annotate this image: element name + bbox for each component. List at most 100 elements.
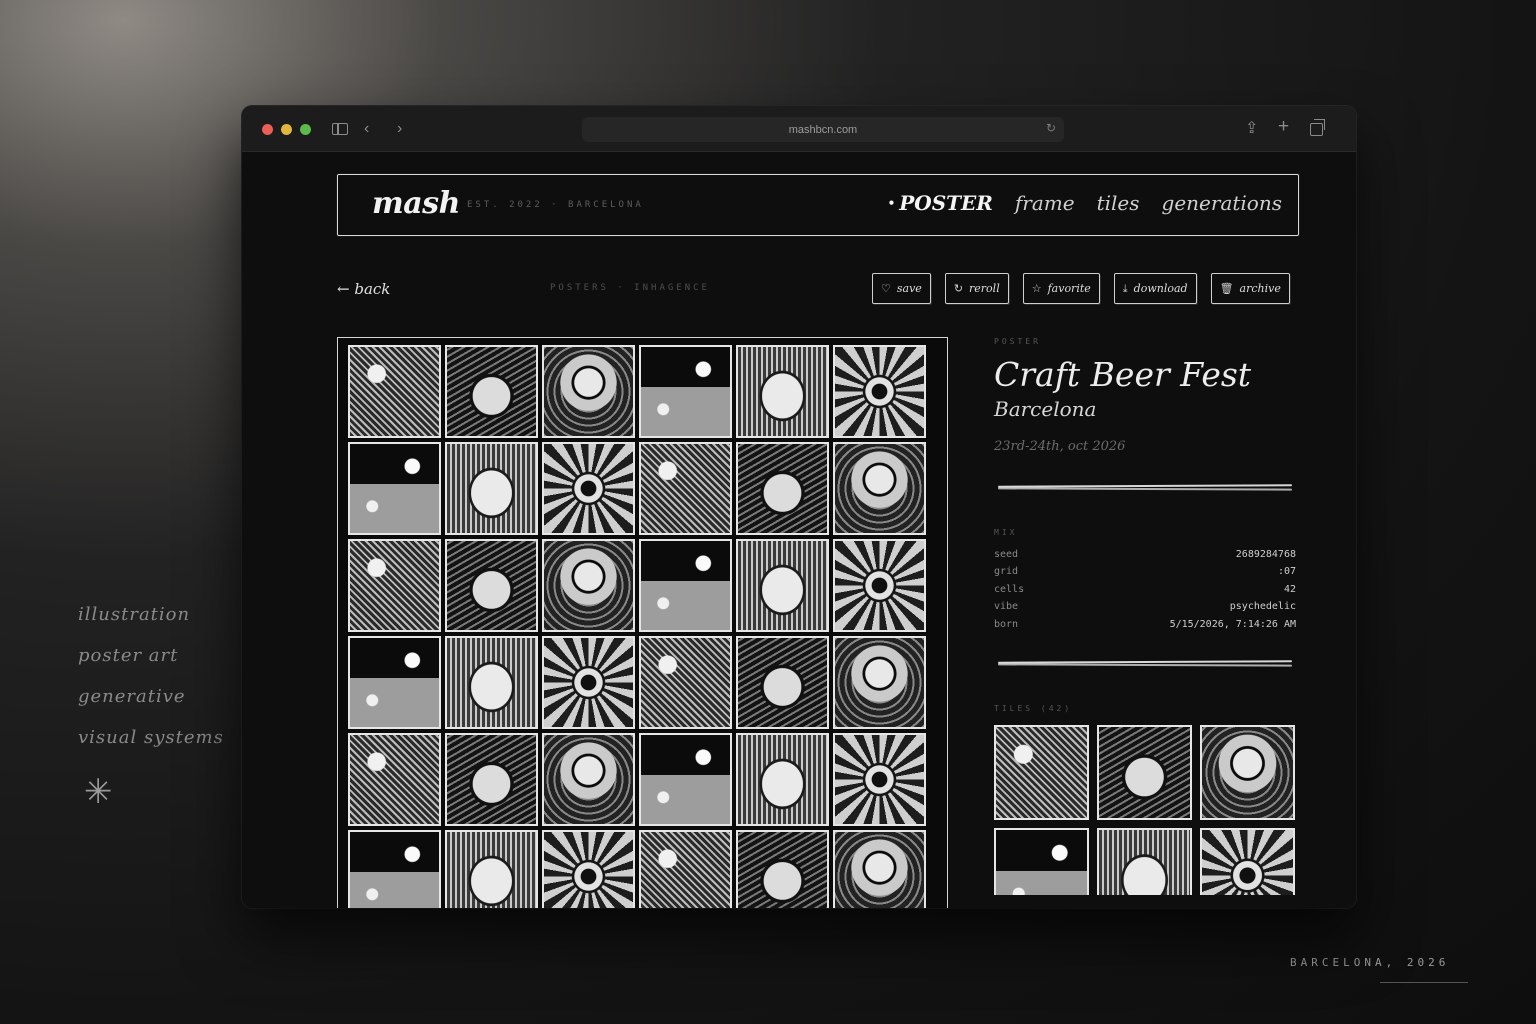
archive-label: archive xyxy=(1239,282,1281,295)
poster-tile xyxy=(542,539,635,632)
side-note: visual systems xyxy=(78,727,224,748)
poster-tile xyxy=(833,830,926,908)
poster-tile xyxy=(445,733,538,826)
address-url: mashbcn.com xyxy=(788,123,858,136)
poster-tile xyxy=(542,345,635,438)
main-nav: POSTER frame tiles generations xyxy=(888,191,1282,215)
mix-key: born xyxy=(994,618,1019,630)
sidebar-toggle-icon[interactable] xyxy=(332,123,348,135)
archive-button[interactable]: 🗑 archive xyxy=(1210,273,1290,304)
poster-tile xyxy=(542,636,635,729)
back-link[interactable]: ← back xyxy=(337,280,390,298)
poster-tile xyxy=(348,442,441,535)
download-label: download xyxy=(1133,282,1188,295)
nav-frame[interactable]: frame xyxy=(1015,191,1075,215)
reroll-label: reroll xyxy=(969,282,1000,295)
reload-icon[interactable]: ↻ xyxy=(1046,121,1056,135)
tile-thumbnail[interactable] xyxy=(1097,828,1192,896)
mix-row-seed: seed 2689284768 xyxy=(994,549,1296,567)
share-icon[interactable]: ⇪ xyxy=(1245,119,1258,139)
mix-value: 2689284768 xyxy=(1235,548,1296,560)
poster-tile xyxy=(348,345,441,438)
asterisk-icon: ✳ xyxy=(84,772,113,812)
new-tab-icon[interactable]: + xyxy=(1278,117,1289,137)
poster-tile xyxy=(542,733,635,826)
mix-value: 42 xyxy=(1283,583,1296,595)
poster-tile xyxy=(639,733,732,826)
action-bar: ♡ save ↻ reroll ☆ favorite ⤓ download 🗑 … xyxy=(872,273,1290,304)
poster-tile xyxy=(833,442,926,535)
star-icon: ☆ xyxy=(1031,282,1042,295)
address-bar[interactable]: mashbcn.com ↻ xyxy=(582,117,1064,142)
tile-thumbnails xyxy=(994,725,1296,896)
close-window-button[interactable] xyxy=(262,124,273,135)
nav-generations[interactable]: generations xyxy=(1162,191,1282,215)
mix-row-vibe: vibe psychedelic xyxy=(994,601,1296,619)
side-note: generative xyxy=(78,686,186,707)
mix-value: :07 xyxy=(1277,566,1296,578)
mix-row-grid: grid :07 xyxy=(994,566,1296,584)
poster-tile xyxy=(348,733,441,826)
site-logo[interactable]: mash xyxy=(372,186,460,221)
poster-tile xyxy=(348,830,441,908)
minimize-window-button[interactable] xyxy=(281,124,292,135)
save-label: save xyxy=(896,282,922,295)
poster-tile xyxy=(833,345,926,438)
event-city: Barcelona xyxy=(994,396,1097,421)
poster-tile xyxy=(348,636,441,729)
poster-tile xyxy=(736,345,829,438)
footer-underline xyxy=(1380,982,1468,983)
tile-thumbnail[interactable] xyxy=(994,828,1089,896)
poster-tile xyxy=(542,442,635,535)
tile-thumbnail[interactable] xyxy=(1200,828,1295,896)
browser-window: ‹ › mashbcn.com ↻ ⇪ + mash EST. 2022 · B… xyxy=(242,106,1356,908)
browser-back-icon[interactable]: ‹ xyxy=(364,119,369,139)
poster-details-panel: POSTER Craft Beer Fest Barcelona 23rd-24… xyxy=(994,337,1296,896)
mix-value: 5/15/2026, 7:14:26 AM xyxy=(1169,618,1296,630)
poster-tile xyxy=(445,539,538,632)
side-notes: illustration poster art generative visua… xyxy=(78,604,258,768)
browser-titlebar: ‹ › mashbcn.com ↻ ⇪ + xyxy=(242,106,1356,152)
divider xyxy=(994,482,1296,492)
poster-tile xyxy=(445,345,538,438)
tile-thumbnail[interactable] xyxy=(1200,725,1295,821)
favorite-button[interactable]: ☆ favorite xyxy=(1022,273,1100,304)
heart-icon: ♡ xyxy=(881,282,891,295)
nav-tiles[interactable]: tiles xyxy=(1097,191,1140,215)
site-tagline: EST. 2022 · BARCELONA xyxy=(467,200,644,210)
mix-key: grid xyxy=(994,566,1019,578)
tiles-label: TILES (42) xyxy=(994,704,1073,714)
poster-tile xyxy=(639,345,732,438)
reroll-button[interactable]: ↻ reroll xyxy=(944,273,1009,304)
save-button[interactable]: ♡ save xyxy=(872,273,931,304)
page-content: mash EST. 2022 · BARCELONA POSTER frame … xyxy=(242,152,1356,908)
nav-poster[interactable]: POSTER xyxy=(888,191,993,215)
mix-table: seed 2689284768 grid :07 cells 42 vibe p… xyxy=(994,549,1296,637)
mix-label: MIX xyxy=(994,527,1018,537)
poster-tile xyxy=(348,539,441,632)
footer-credit: BARCELONA, 2026 xyxy=(1290,956,1450,969)
side-note: poster art xyxy=(78,645,179,666)
event-title: Craft Beer Fest xyxy=(994,355,1252,394)
refresh-icon: ↻ xyxy=(953,282,964,295)
tile-thumbnail[interactable] xyxy=(1097,725,1192,821)
mix-value: psychedelic xyxy=(1229,601,1296,613)
poster-tile xyxy=(736,733,829,826)
mix-key: vibe xyxy=(994,601,1019,613)
poster-tile xyxy=(639,442,732,535)
maximize-window-button[interactable] xyxy=(300,124,311,135)
poster-tile xyxy=(445,636,538,729)
poster-tile xyxy=(445,442,538,535)
poster-preview[interactable] xyxy=(337,337,948,908)
site-header: mash EST. 2022 · BARCELONA POSTER frame … xyxy=(337,174,1299,236)
poster-tile xyxy=(639,636,732,729)
poster-tile xyxy=(445,830,538,908)
breadcrumb: POSTERS · INHAGENCE xyxy=(550,283,710,293)
poster-tile xyxy=(736,539,829,632)
browser-forward-icon[interactable]: › xyxy=(397,119,402,139)
tab-overview-icon[interactable] xyxy=(1310,119,1325,136)
tile-thumbnail[interactable] xyxy=(994,725,1089,821)
poster-tile xyxy=(833,636,926,729)
download-button[interactable]: ⤓ download xyxy=(1113,273,1197,304)
side-note: illustration xyxy=(78,604,191,625)
